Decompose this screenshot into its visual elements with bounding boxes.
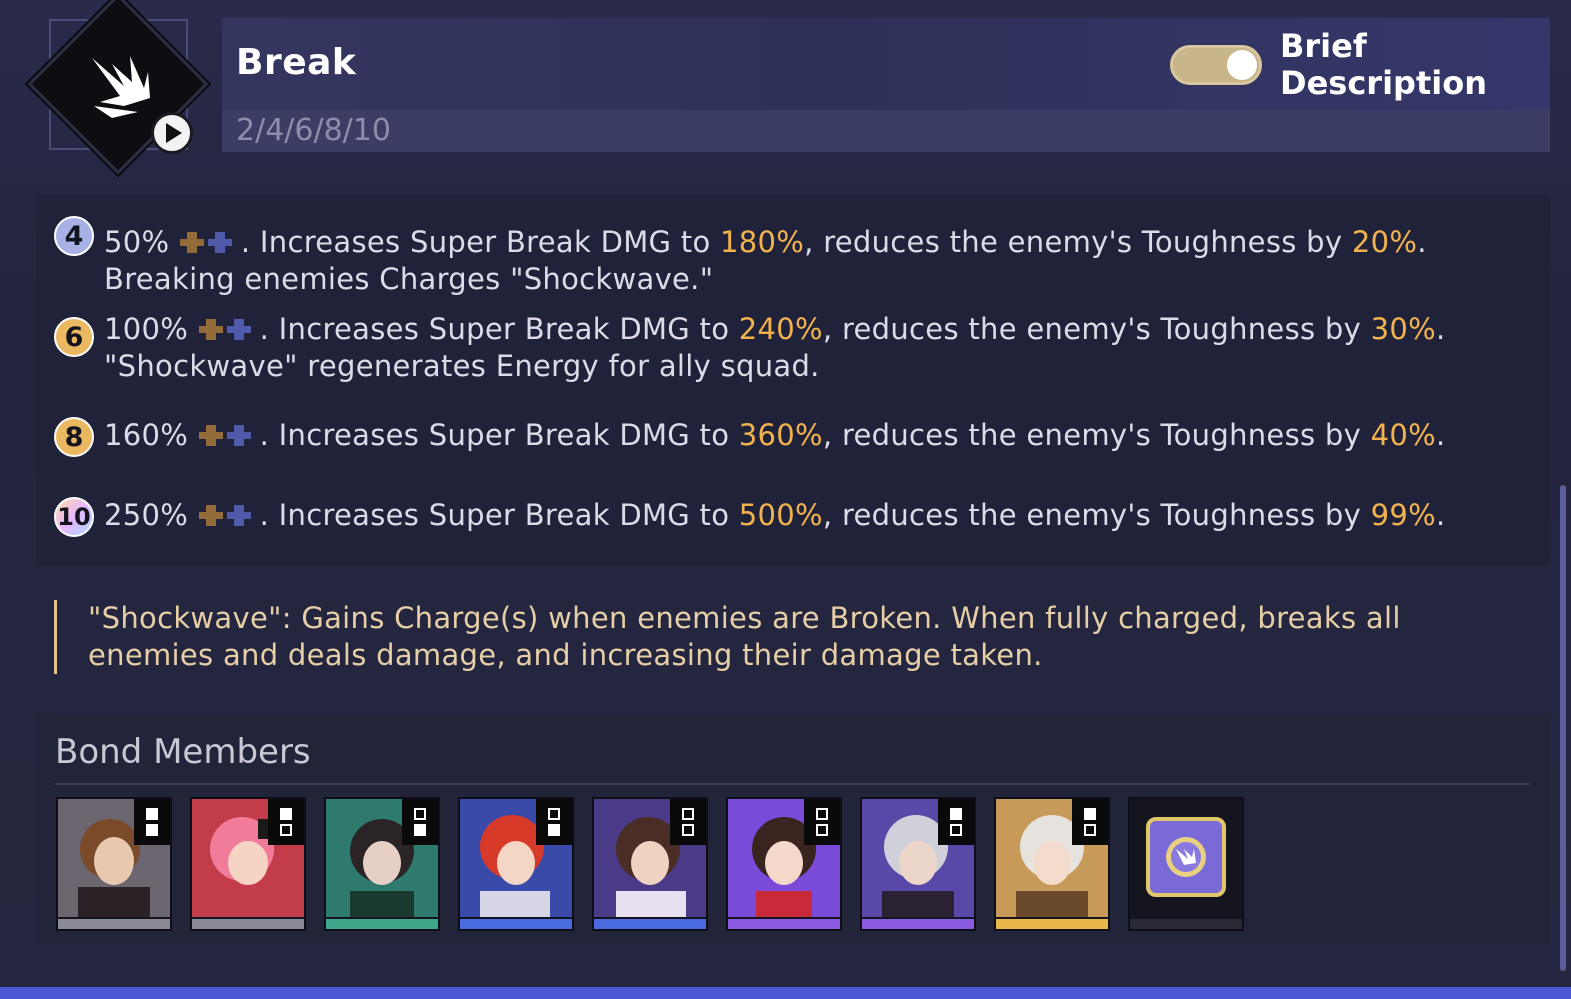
bond-members-title: Bond Members [55, 732, 311, 772]
effect-desc: . Increases Super Break DMG to [240, 225, 721, 259]
effect-value: 500% [738, 498, 823, 532]
rarity-bar [326, 919, 438, 929]
header-subbar [222, 110, 1550, 152]
rarity-bar [728, 919, 840, 929]
path-tag-icon [670, 799, 706, 845]
play-preview-button[interactable] [151, 112, 193, 154]
effect-desc: . Increases Super Break DMG to [259, 418, 739, 452]
energy-icon [179, 232, 232, 253]
path-tag-icon [1072, 799, 1108, 845]
member-card[interactable] [860, 797, 976, 931]
effect-desc: , reduces the enemy's Toughness by [822, 312, 1371, 346]
bottom-accent-bar [0, 987, 1571, 999]
level-badge: 6 [54, 317, 94, 357]
effect-desc: . [1435, 418, 1446, 452]
bond-emblem-icon [1146, 817, 1226, 897]
effect-desc: . [1435, 312, 1446, 346]
member-card[interactable] [994, 797, 1110, 931]
play-icon [166, 123, 182, 143]
effect-value: 360% [738, 418, 823, 452]
path-tag-icon [536, 799, 572, 845]
effect-value: 240% [738, 312, 823, 346]
path-tag-icon [804, 799, 840, 845]
divider [55, 783, 1530, 785]
path-tag-icon [402, 799, 438, 845]
rarity-bar [1130, 919, 1242, 929]
energy-icon [198, 319, 251, 340]
effect-desc: . [1435, 498, 1446, 532]
path-tag-icon [134, 799, 170, 845]
effect-desc: . Increases Super Break DMG to [259, 498, 739, 532]
effects-panel: 4 50% . Increases Super Break DMG to 180… [36, 195, 1550, 565]
path-tag-icon [938, 799, 974, 845]
energy-icon [198, 425, 251, 446]
toggle-label-line1: Brief [1280, 27, 1367, 65]
note-accent-bar [54, 600, 57, 674]
note-line1: "Shockwave": Gains Charge(s) when enemie… [88, 601, 1401, 635]
effect-text: 250% . Increases Super Break DMG to 500%… [104, 497, 1446, 534]
rarity-bar [192, 919, 304, 929]
brief-description-label: Brief Description [1280, 28, 1487, 102]
effect-value: 30% [1370, 312, 1436, 346]
effect-amount: 160% [104, 418, 189, 452]
bond-detail-screen: Break 2/4/6/8/10 Brief Description 4 50%… [0, 0, 1571, 999]
member-card[interactable] [190, 797, 306, 931]
effect-amount: 50% [104, 225, 170, 259]
member-card[interactable] [56, 797, 172, 931]
break-icon [92, 56, 150, 118]
rarity-bar [460, 919, 572, 929]
level-badge: 4 [54, 216, 94, 256]
effect-value: 20% [1351, 225, 1418, 259]
effect-line2: "Shockwave" regenerates Energy for ally … [104, 349, 820, 383]
member-card[interactable] [324, 797, 440, 931]
effect-amount: 100% [104, 312, 189, 346]
level-badge: 8 [54, 417, 94, 457]
bond-levels: 2/4/6/8/10 [236, 113, 391, 148]
energy-icon [198, 505, 251, 526]
effect-desc: , reduces the enemy's Toughness by [822, 498, 1371, 532]
bond-title: Break [236, 42, 357, 83]
effect-desc: . Increases Super Break DMG to [259, 312, 739, 346]
rarity-bar [594, 919, 706, 929]
note-line2: enemies and deals damage, and increasing… [88, 638, 1043, 672]
brief-description-toggle[interactable] [1170, 45, 1262, 85]
rarity-bar [996, 919, 1108, 929]
toggle-knob [1227, 50, 1257, 80]
effect-text: 50% . Increases Super Break DMG to 180%,… [104, 224, 1427, 298]
effect-line2: Breaking enemies Charges "Shockwave." [104, 262, 714, 296]
level-badge: 10 [54, 497, 94, 537]
path-tag-icon [268, 799, 304, 845]
effect-text: 100% . Increases Super Break DMG to 240%… [104, 311, 1446, 385]
member-card[interactable] [458, 797, 574, 931]
scrollbar[interactable] [1560, 485, 1566, 971]
break-icon [1166, 837, 1206, 877]
effect-desc: , reduces the enemy's Toughness by [804, 225, 1352, 259]
effect-value: 40% [1370, 418, 1436, 452]
shockwave-note: "Shockwave": Gains Charge(s) when enemie… [88, 600, 1401, 674]
toggle-label-line2: Description [1280, 64, 1487, 102]
member-card[interactable] [592, 797, 708, 931]
effect-text: 160% . Increases Super Break DMG to 360%… [104, 417, 1446, 454]
member-card-bond-emblem[interactable] [1128, 797, 1244, 931]
effect-desc: , reduces the enemy's Toughness by [822, 418, 1371, 452]
member-card[interactable] [726, 797, 842, 931]
effect-value: 99% [1370, 498, 1436, 532]
bond-members-list [56, 797, 1244, 931]
effect-amount: 250% [104, 498, 189, 532]
effect-value: 180% [720, 225, 805, 259]
effect-desc: . [1417, 225, 1427, 259]
rarity-bar [862, 919, 974, 929]
rarity-bar [58, 919, 170, 929]
